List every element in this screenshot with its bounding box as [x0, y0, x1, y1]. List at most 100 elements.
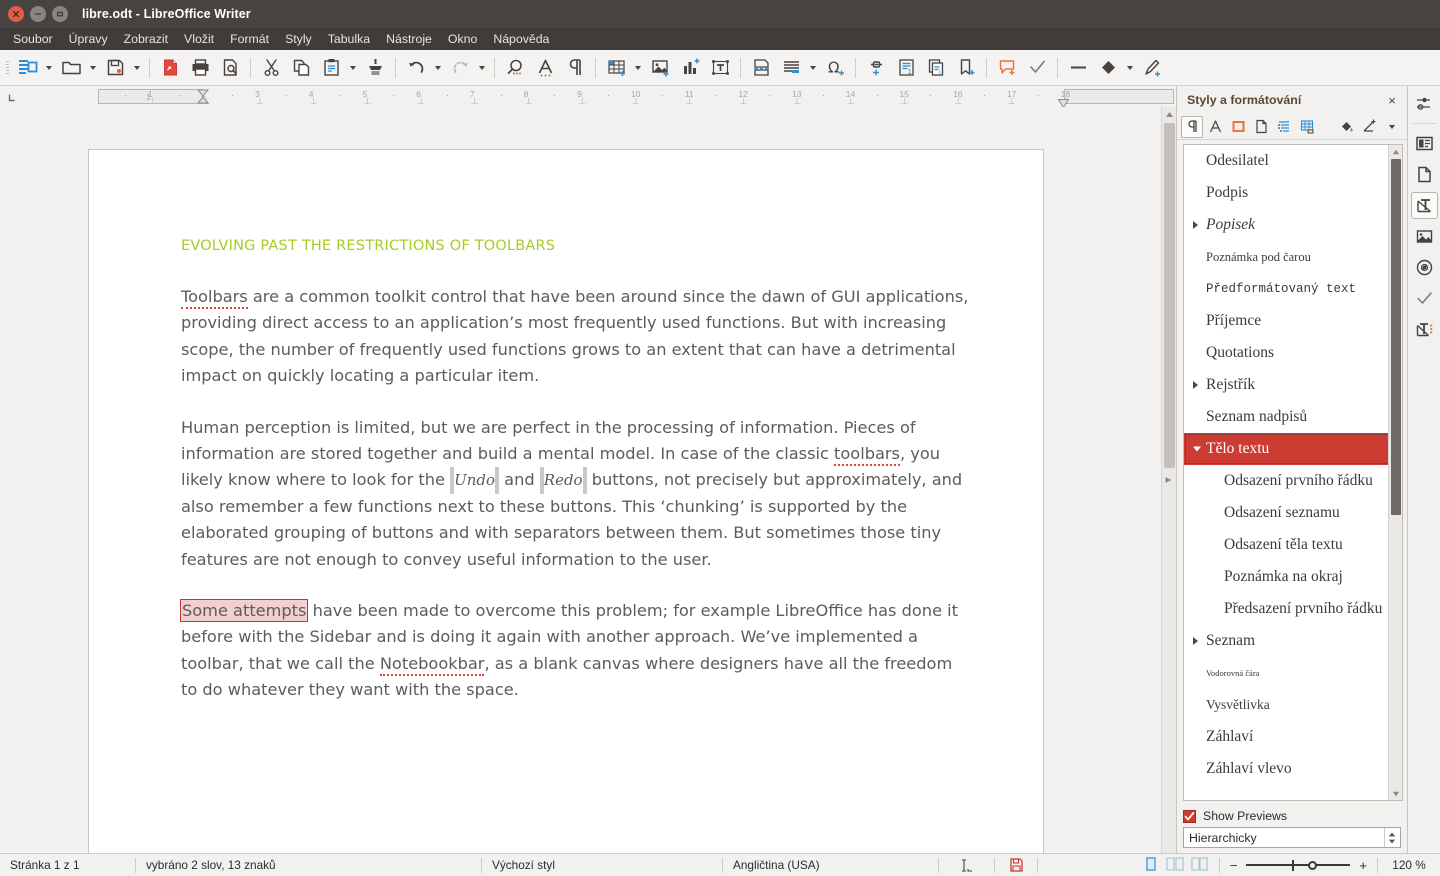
- zoom-knob[interactable]: [1308, 860, 1318, 870]
- fill-format-mode-button[interactable]: [1335, 116, 1357, 138]
- chevron-right-icon[interactable]: [1193, 221, 1198, 229]
- new-style-dropdown[interactable]: [1381, 116, 1403, 138]
- menu-format[interactable]: Formát: [222, 30, 277, 48]
- ruler-tab-stop[interactable]: ⊥: [739, 97, 747, 106]
- ruler-tab-stop[interactable]: ⊥: [417, 97, 425, 106]
- menu-tabulka[interactable]: Tabulka: [320, 30, 378, 48]
- menu-okno[interactable]: Okno: [440, 30, 485, 48]
- find-replace-button[interactable]: [500, 53, 530, 83]
- menu-upravy[interactable]: Úpravy: [61, 30, 116, 48]
- insert-table-dropdown[interactable]: [631, 53, 645, 83]
- insert-endnote-button[interactable]: i: [921, 53, 951, 83]
- ruler-tab-stop[interactable]: ⊥: [256, 97, 264, 106]
- chevron-right-icon[interactable]: [1193, 637, 1198, 645]
- styles-list[interactable]: Odesilatel Podpis Popisek Poznámka pod čaro…: [1183, 144, 1403, 801]
- scroll-up-arrow[interactable]: [1162, 107, 1176, 121]
- selected-text-highlight[interactable]: Some attempts: [179, 599, 309, 623]
- ruler-tab-stop[interactable]: ⊥: [901, 97, 909, 106]
- ruler-tab-stop[interactable]: ⊥: [149, 97, 157, 106]
- insert-comment-button[interactable]: [992, 53, 1022, 83]
- status-save-state[interactable]: [995, 854, 1037, 876]
- basic-shapes-button[interactable]: [1093, 53, 1123, 83]
- style-list-item[interactable]: Rejstřík: [1184, 369, 1402, 401]
- document-body[interactable]: EVOLVING PAST THE RESTRICTIONS OF TOOLBA…: [179, 238, 971, 729]
- status-page-count[interactable]: Stránka 1 z 1: [0, 854, 135, 876]
- character-styles-button[interactable]: [1204, 116, 1226, 138]
- formatting-marks-button[interactable]: [560, 53, 590, 83]
- style-list-item[interactable]: Seznam: [1184, 625, 1402, 657]
- show-previews-row[interactable]: Show Previews: [1183, 805, 1401, 827]
- style-list-item[interactable]: Tělo textu: [1184, 433, 1402, 465]
- ruler-tab-stop[interactable]: ⊥: [632, 97, 640, 106]
- menu-soubor[interactable]: Soubor: [5, 30, 61, 48]
- sidebar-settings-button[interactable]: [1411, 90, 1438, 117]
- single-page-view-button[interactable]: [1143, 856, 1159, 874]
- style-filter-combobox[interactable]: Hierarchicky: [1183, 827, 1401, 848]
- print-preview-button[interactable]: [215, 53, 245, 83]
- ruler-tab-stop[interactable]: ⊥: [1008, 97, 1016, 106]
- zoom-out-button[interactable]: −: [1230, 858, 1238, 873]
- paste-button[interactable]: [316, 53, 346, 83]
- insert-chart-button[interactable]: [675, 53, 705, 83]
- sidebar-navigator-button[interactable]: [1411, 254, 1438, 281]
- undo-button[interactable]: [401, 53, 431, 83]
- insert-table-button[interactable]: [601, 53, 631, 83]
- new-document-dropdown[interactable]: [42, 53, 56, 83]
- insert-special-character-button[interactable]: Ω: [820, 53, 850, 83]
- ruler-tab-stop[interactable]: ⊥: [954, 97, 962, 106]
- menu-zobrazit[interactable]: Zobrazit: [116, 30, 176, 48]
- ruler-tab-stop[interactable]: ⊥: [847, 97, 855, 106]
- track-changes-button[interactable]: [1022, 53, 1052, 83]
- menu-styly[interactable]: Styly: [277, 30, 320, 48]
- left-indent-marker[interactable]: [196, 89, 210, 107]
- basic-shapes-dropdown[interactable]: [1123, 53, 1137, 83]
- show-draw-functions-button[interactable]: [1137, 53, 1167, 83]
- undo-dropdown[interactable]: [431, 53, 445, 83]
- page-styles-button[interactable]: [1250, 116, 1272, 138]
- status-language[interactable]: Angličtina (USA): [723, 854, 938, 876]
- style-list-item[interactable]: Vysvětlivka: [1184, 689, 1402, 721]
- status-word-count[interactable]: vybráno 2 slov, 13 znaků: [136, 854, 481, 876]
- insert-hyperlink-button[interactable]: [861, 53, 891, 83]
- scroll-thumb[interactable]: [1164, 123, 1175, 468]
- status-zoom-level[interactable]: 120 %: [1378, 854, 1440, 876]
- style-list-item[interactable]: Podpis: [1184, 177, 1402, 209]
- document-canvas[interactable]: EVOLVING PAST THE RESTRICTIONS OF TOOLBA…: [0, 107, 1176, 853]
- insert-line-button[interactable]: [1063, 53, 1093, 83]
- sidebar-properties-button[interactable]: [1411, 130, 1438, 157]
- ruler-tab-stop[interactable]: ⊥: [686, 97, 694, 106]
- menu-vlozit[interactable]: Vložit: [176, 30, 222, 48]
- styles-scroll-down-arrow[interactable]: [1389, 787, 1402, 800]
- insert-bookmark-button[interactable]: [951, 53, 981, 83]
- style-list-item[interactable]: Vodorovná čára: [1184, 657, 1402, 689]
- style-list-item[interactable]: Odsazení těla textu: [1184, 529, 1402, 561]
- document-page[interactable]: EVOLVING PAST THE RESTRICTIONS OF TOOLBA…: [88, 149, 1044, 853]
- style-list-item[interactable]: Odsazení prvního řádku: [1184, 465, 1402, 497]
- style-list-item[interactable]: Popisek: [1184, 209, 1402, 241]
- maximize-window-button[interactable]: [52, 6, 68, 22]
- new-document-button[interactable]: [12, 53, 42, 83]
- styles-scroll-up-arrow[interactable]: [1389, 145, 1402, 158]
- table-styles-button[interactable]: [1296, 116, 1318, 138]
- style-list-item[interactable]: Quotations: [1184, 337, 1402, 369]
- redo-button[interactable]: [445, 53, 475, 83]
- save-button[interactable]: [100, 53, 130, 83]
- ruler-tab-stop[interactable]: ⊥: [310, 97, 318, 106]
- insert-footnote-button[interactable]: 1: [891, 53, 921, 83]
- ruler-tab-stop[interactable]: ⊥: [793, 97, 801, 106]
- horizontal-ruler[interactable]: 11⊥2⊥3⊥4⊥5⊥6⊥7⊥8⊥9⊥10⊥11⊥12⊥13⊥14⊥15⊥16⊥…: [24, 86, 1176, 107]
- sidebar-manage-changes-button[interactable]: [1411, 285, 1438, 312]
- style-list-item[interactable]: Příjemce: [1184, 305, 1402, 337]
- minimize-window-button[interactable]: [30, 6, 46, 22]
- style-list-item[interactable]: Záhlaví: [1184, 721, 1402, 753]
- book-view-button[interactable]: [1191, 856, 1209, 874]
- styles-scroll-thumb[interactable]: [1391, 159, 1401, 515]
- clone-formatting-button[interactable]: [360, 53, 390, 83]
- style-list-item[interactable]: Předsazení prvního řádku: [1184, 593, 1402, 625]
- style-list-item[interactable]: Poznámka pod čarou: [1184, 241, 1402, 273]
- ruler-tab-stop[interactable]: ⊥: [364, 97, 372, 106]
- frame-styles-button[interactable]: [1227, 116, 1249, 138]
- ruler-right-margin[interactable]: [1064, 89, 1174, 104]
- sidebar-page-button[interactable]: [1411, 161, 1438, 188]
- style-filter-spinner[interactable]: [1384, 828, 1398, 847]
